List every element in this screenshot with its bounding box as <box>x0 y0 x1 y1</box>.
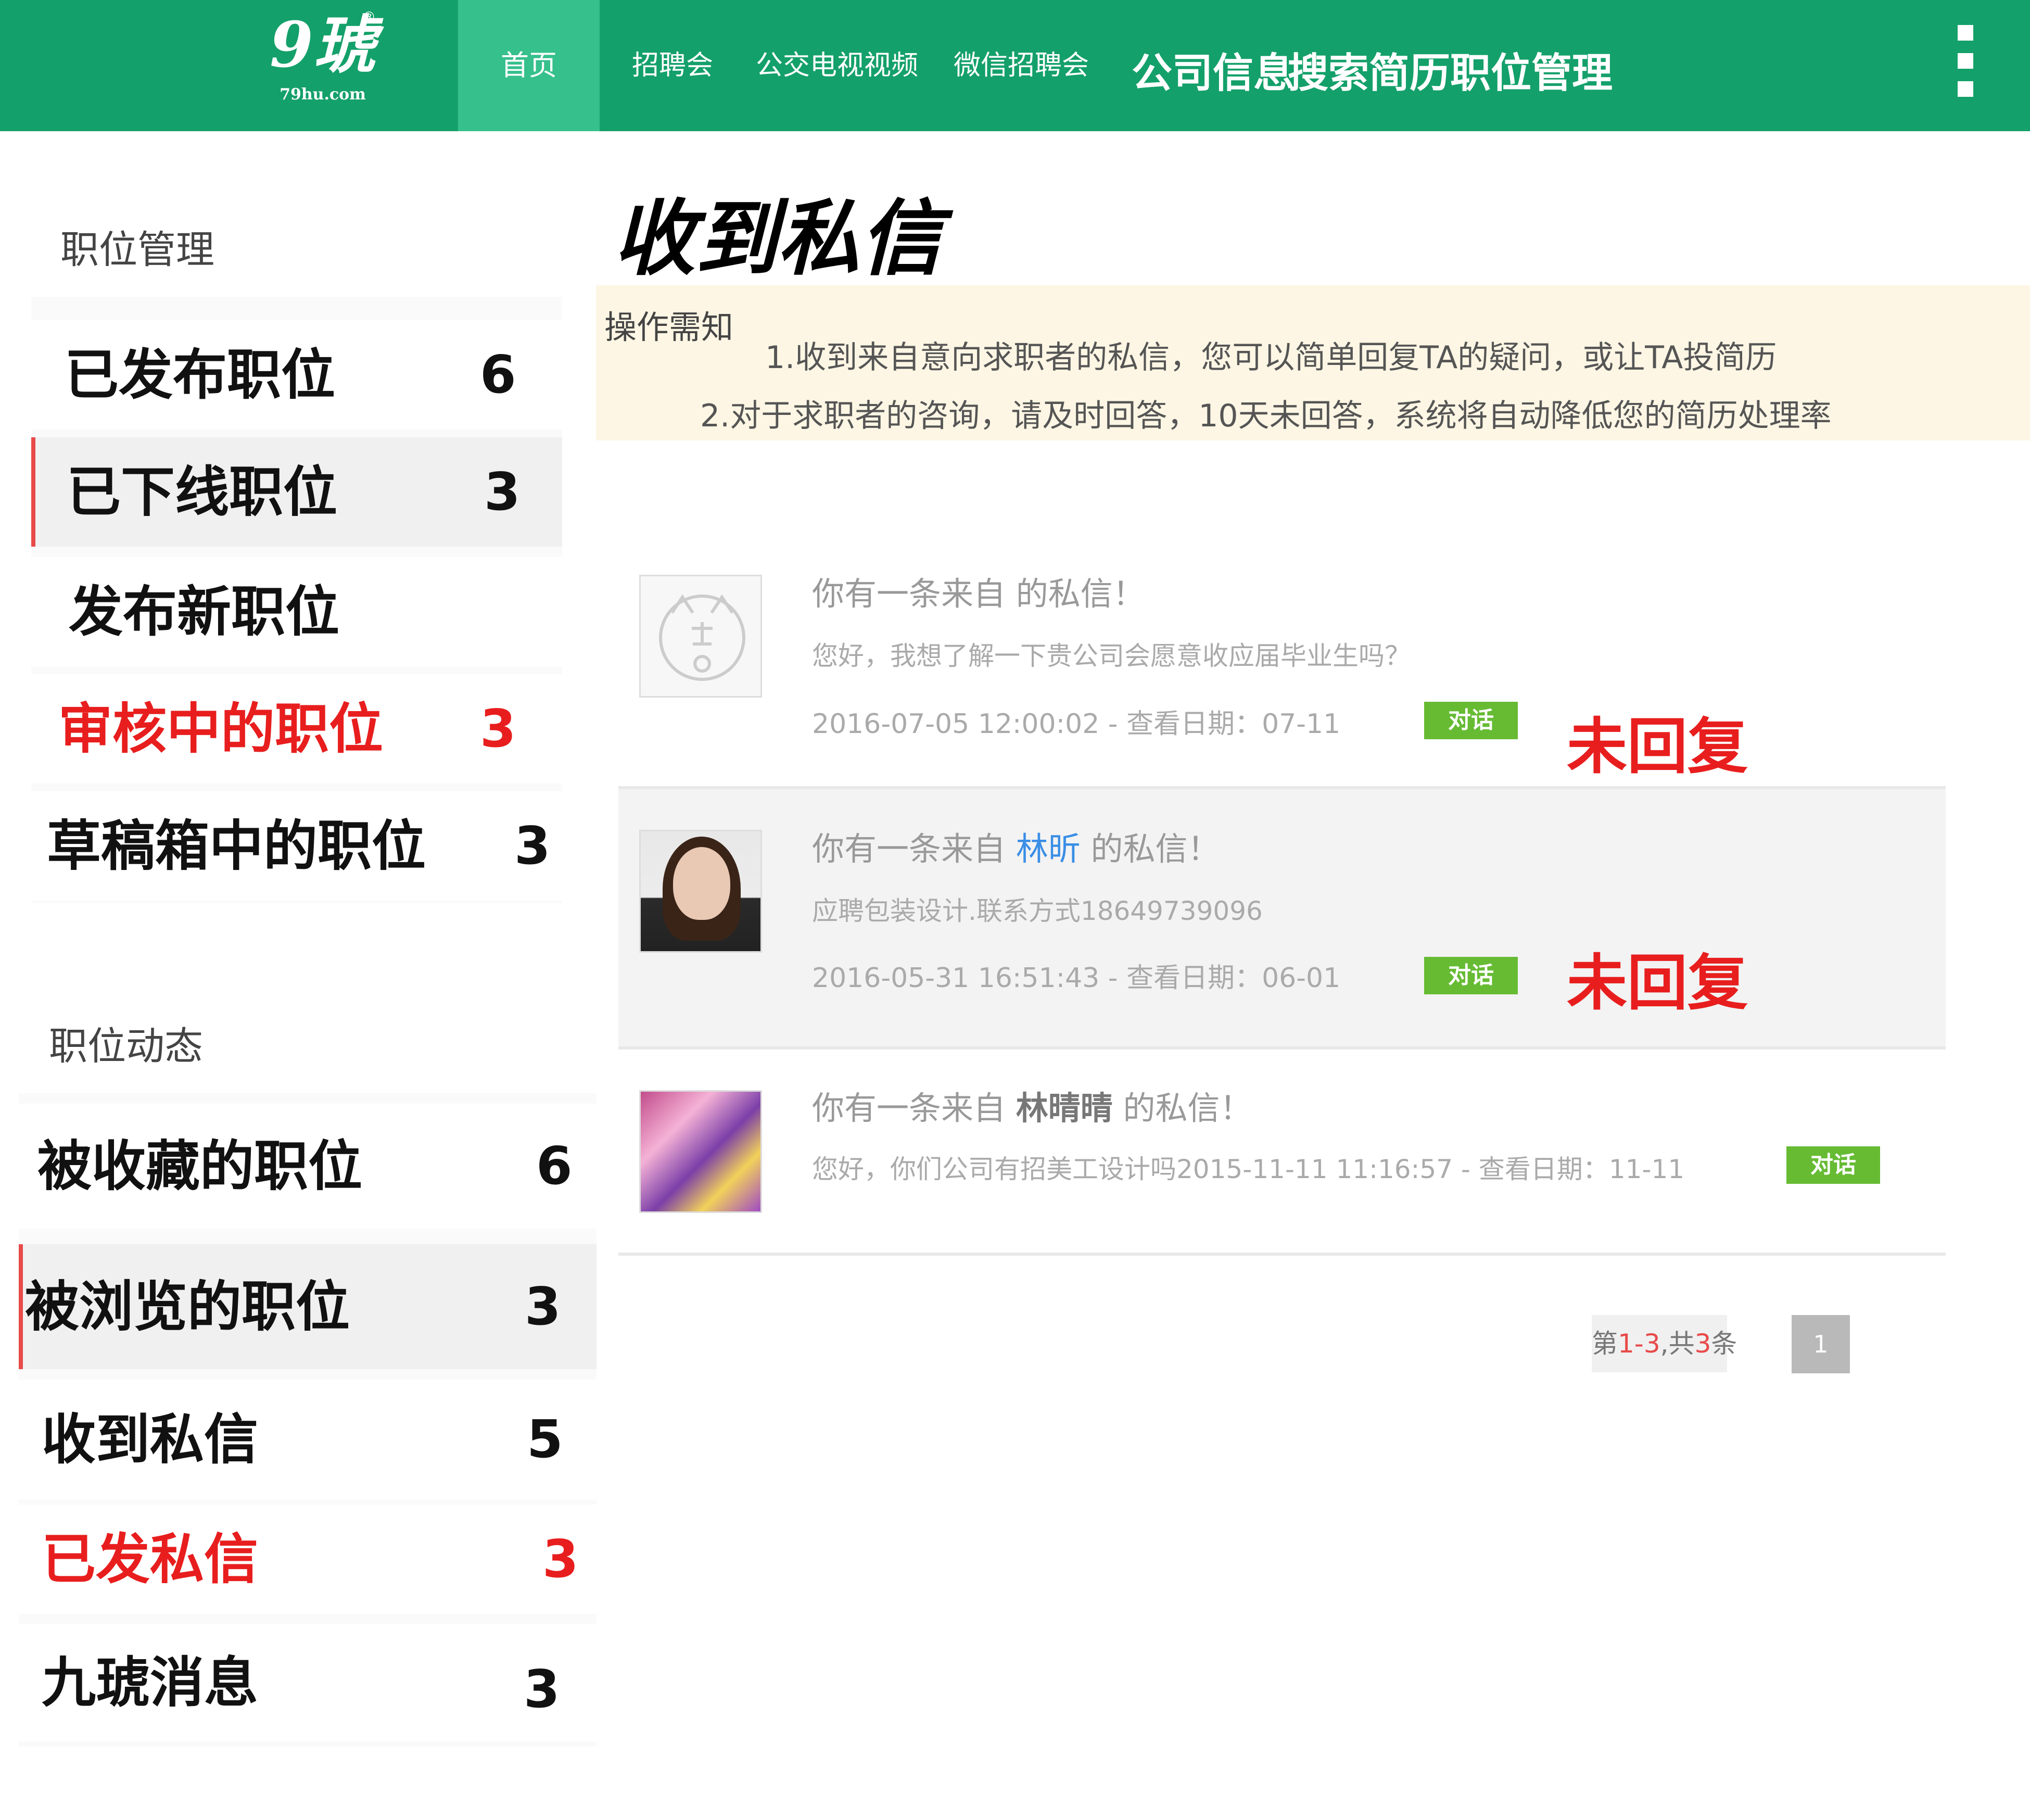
sidebar-item-label: 已发布职位 <box>65 343 336 407</box>
nav-home[interactable]: 首页 <box>458 0 600 131</box>
tiger-sketch-icon <box>659 594 745 681</box>
message-body: 您好，我想了解一下贵公司会愿意收应届毕业生吗？ <box>812 641 1411 671</box>
operation-notice: 操作需知 1.收到来自意向求职者的私信，您可以简单回复TA的疑问，或让TA投简历… <box>596 285 2030 440</box>
talk-button[interactable]: 对话 <box>1424 957 1518 994</box>
sidebar-item-label: 收到私信 <box>42 1408 259 1471</box>
sidebar-item-count: 3 <box>514 815 551 876</box>
message-meta: 2016-05-31 16:51:43 - 查看日期：06-01 <box>812 963 1341 994</box>
talk-button[interactable]: 对话 <box>1424 702 1518 739</box>
sidebar-item-count: 6 <box>480 344 516 405</box>
sidebar-item-count: 3 <box>524 1659 560 1720</box>
message-body-meta: 您好，你们公司有招美工设计吗2015-11-11 11:16:57 - 查看日期… <box>812 1154 1685 1184</box>
message-title: 你有一条来自 林昕 的私信！ <box>812 823 1220 869</box>
menu-dot <box>1958 53 1973 69</box>
sidebar-item-count: 3 <box>525 1276 561 1337</box>
sidebar-item-count: 3 <box>542 1528 579 1589</box>
sidebar-item-post-new-job[interactable]: 发布新职位 <box>31 557 562 666</box>
sidebar-item-label: 被收藏的职位 <box>37 1134 363 1198</box>
notice-line-2: 2.对于求职者的咨询，请及时回答，10天未回答，系统将自动降低您的简历处理率 <box>700 398 1832 434</box>
more-menu-icon[interactable] <box>1955 25 1976 103</box>
message-title: 你有一条来自 的私信！ <box>812 567 1145 614</box>
sidebar-item-label: 已下线职位 <box>67 460 338 524</box>
notice-line-1: 1.收到来自意向求职者的私信，您可以简单回复TA的疑问，或让TA投简历 <box>765 339 1777 376</box>
sidebar-item-jobs-under-review[interactable]: 审核中的职位 3 <box>31 674 562 783</box>
sidebar-item-9hu-notifications[interactable]: 九琥消息 3 <box>19 1624 597 1741</box>
nav-search-resume[interactable]: 搜索简历 <box>1288 0 1450 131</box>
message-title-suffix: 的私信！ <box>1080 830 1220 868</box>
message-item[interactable]: 你有一条来自 林昕 的私信！ 应聘包装设计.联系方式18649739096 20… <box>618 789 1946 1046</box>
message-sender[interactable]: 林昕 <box>1016 830 1081 868</box>
site-logo[interactable]: 9琥 79hu.com ® <box>260 6 385 121</box>
message-item[interactable]: 你有一条来自 的私信！ 您好，我想了解一下贵公司会愿意收应届毕业生吗？ 2016… <box>618 547 1946 786</box>
sidebar-item-label: 草稿箱中的职位 <box>47 814 426 878</box>
sidebar-item-sent-messages[interactable]: 已发私信 3 <box>19 1505 597 1614</box>
colorful-photo-avatar <box>639 1090 762 1213</box>
sidebar-item-count: 5 <box>527 1409 563 1470</box>
sidebar-item-offline-jobs[interactable]: 已下线职位 3 <box>31 437 562 547</box>
sidebar-item-published-jobs[interactable]: 已发布职位 6 <box>31 320 562 429</box>
message-body: 应聘包装设计.联系方式18649739096 <box>812 896 1263 926</box>
job-activity-panel: 职位动态 被收藏的职位 6 被浏览的职位 3 收到私信 5 已发私信 3 九琥消… <box>19 1000 597 1747</box>
notice-title: 操作需知 <box>604 308 734 346</box>
sidebar-item-count: 3 <box>484 461 521 522</box>
message-title-prefix: 你有一条来自 <box>812 830 1016 868</box>
pager-suffix: 条 <box>1711 1329 1737 1359</box>
menu-dot <box>1958 25 1973 41</box>
message-title-prefix: 你有一条来自 <box>812 1089 1016 1127</box>
message-item[interactable]: 你有一条来自 林晴晴 的私信！ 您好，你们公司有招美工设计吗2015-11-11… <box>618 1050 1946 1253</box>
pager-mid: ,共 <box>1660 1329 1695 1359</box>
reply-status: 未回复 <box>1567 948 1748 1018</box>
sidebar-item-label: 已发私信 <box>42 1527 259 1591</box>
logo-domain-text: 79hu.com <box>280 85 366 104</box>
sidebar-item-received-messages[interactable]: 收到私信 5 <box>19 1380 597 1499</box>
page-1-button[interactable]: 1 <box>1792 1315 1850 1373</box>
sidebar-item-favorited-jobs[interactable]: 被收藏的职位 6 <box>19 1104 597 1229</box>
pagination-summary: 第1-3,共3条 <box>1592 1315 1737 1372</box>
job-activity-title: 职位动态 <box>19 1000 597 1093</box>
message-title-suffix: 的私信！ <box>1006 575 1145 613</box>
tiger-avatar-icon <box>639 575 762 698</box>
nav-wechat-job-fair[interactable]: 微信招聘会 <box>954 0 1089 131</box>
message-title-suffix: 的私信！ <box>1112 1089 1252 1127</box>
sidebar-item-count: 3 <box>480 698 516 759</box>
reply-status: 未回复 <box>1567 712 1748 782</box>
registered-mark: ® <box>362 9 376 25</box>
avatar-face <box>673 847 730 920</box>
sidebar-item-label: 被浏览的职位 <box>25 1275 350 1338</box>
message-title-prefix: 你有一条来自 <box>812 575 1006 613</box>
nav-job-management[interactable]: 职位管理 <box>1450 0 1613 131</box>
top-navigation-bar: 9琥 79hu.com ® 首页 招聘会 公交电视视频 微信招聘会 公司信息 搜… <box>0 0 2030 131</box>
pager-range: 1-3 <box>1618 1329 1660 1359</box>
divider <box>618 1253 1946 1256</box>
message-sender[interactable]: 林晴晴 <box>1016 1089 1113 1127</box>
nav-job-fair[interactable]: 招聘会 <box>632 0 713 131</box>
job-management-title: 职位管理 <box>31 203 562 297</box>
message-title: 你有一条来自 林晴晴 的私信！ <box>812 1082 1252 1129</box>
sidebar-item-label: 九琥消息 <box>42 1651 259 1714</box>
sidebar-item-label: 发布新职位 <box>69 580 340 643</box>
page-title: 收到私信 <box>613 191 942 287</box>
nav-bus-tv-video[interactable]: 公交电视视频 <box>756 0 918 131</box>
menu-dot <box>1958 81 1973 97</box>
job-management-panel: 职位管理 已发布职位 6 已下线职位 3 发布新职位 审核中的职位 3 草稿箱中… <box>31 203 562 903</box>
pager-total: 3 <box>1694 1329 1711 1359</box>
message-meta: 2016-07-05 12:00:02 - 查看日期：07-11 <box>812 709 1341 740</box>
talk-button[interactable]: 对话 <box>1786 1146 1880 1184</box>
sidebar-item-count: 6 <box>536 1135 573 1196</box>
woman-photo-avatar <box>639 830 762 953</box>
sidebar-item-label: 审核中的职位 <box>58 697 384 761</box>
sidebar-item-draft-jobs[interactable]: 草稿箱中的职位 3 <box>31 791 562 901</box>
sidebar-item-viewed-jobs[interactable]: 被浏览的职位 3 <box>19 1244 597 1369</box>
pager-prefix: 第 <box>1592 1329 1618 1359</box>
nav-company-info[interactable]: 公司信息 <box>1132 0 1294 131</box>
